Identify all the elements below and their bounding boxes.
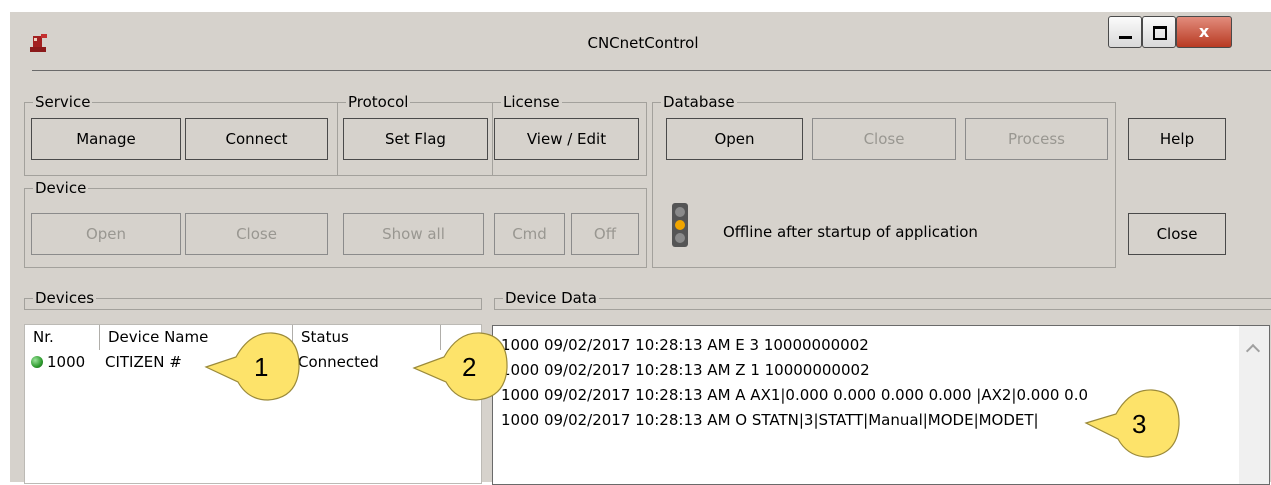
maximize-icon [1153, 26, 1167, 40]
traffic-light-icon [672, 203, 688, 247]
device-data-log[interactable]: 1000 09/02/2017 10:28:13 AM E 3 10000000… [492, 325, 1270, 485]
manage-button[interactable]: Manage [31, 118, 181, 160]
help-button[interactable]: Help [1128, 118, 1226, 160]
window-title: CNCnetControl [587, 34, 699, 52]
scroll-up-icon[interactable] [1245, 343, 1261, 359]
devices-table[interactable]: Nr. Device Name Status 1000 CITIZEN # Co… [24, 324, 482, 484]
device-data-group-label: Device Data [503, 288, 599, 308]
column-header-filler [441, 325, 481, 350]
column-header-status[interactable]: Status [293, 325, 441, 350]
view-edit-button[interactable]: View / Edit [494, 118, 639, 160]
minimize-icon [1119, 36, 1132, 39]
devices-group-label: Devices [33, 288, 97, 308]
log-line: 1000 09/02/2017 10:28:13 AM O STATN|3|ST… [501, 411, 1039, 429]
minimize-button[interactable] [1108, 16, 1142, 48]
device-nr: 1000 [47, 353, 86, 371]
log-line: 1000 09/02/2017 10:28:13 AM A AX1|0.000 … [501, 386, 1089, 404]
column-header-device-name[interactable]: Device Name [100, 325, 293, 350]
status-message: Offline after startup of application [723, 223, 978, 241]
protocol-group-label: Protocol [346, 92, 411, 112]
database-group-label: Database [661, 92, 737, 112]
log-line: 1000 09/02/2017 10:28:13 AM Z 1 10000000… [501, 361, 870, 379]
device-group-label: Device [33, 178, 89, 198]
app-close-button[interactable]: Close [1128, 213, 1226, 255]
database-process-button[interactable]: Process [965, 118, 1108, 160]
column-header-nr[interactable]: Nr. [25, 325, 100, 350]
off-button[interactable]: Off [571, 213, 639, 255]
device-status: Connected [298, 353, 379, 371]
close-icon: x [1198, 22, 1210, 41]
devices-group: Devices [24, 288, 482, 310]
show-all-button[interactable]: Show all [343, 213, 484, 255]
title-divider [32, 70, 1271, 71]
cmd-button[interactable]: Cmd [494, 213, 565, 255]
license-group-label: License [501, 92, 562, 112]
vertical-scrollbar[interactable] [1239, 326, 1269, 484]
device-close-button[interactable]: Close [185, 213, 328, 255]
device-open-button[interactable]: Open [31, 213, 181, 255]
app-window: CNCnetControl x Service Manage Connect P… [10, 12, 1271, 485]
set-flag-button[interactable]: Set Flag [343, 118, 488, 160]
log-line: 1000 09/02/2017 10:28:13 AM E 3 10000000… [501, 336, 869, 354]
service-group-label: Service [33, 92, 93, 112]
device-name: CITIZEN # [105, 353, 182, 371]
database-open-button[interactable]: Open [666, 118, 803, 160]
device-data-group: Device Data [494, 288, 1271, 310]
connect-button[interactable]: Connect [185, 118, 328, 160]
table-row[interactable]: 1000 CITIZEN # Connected [25, 350, 481, 374]
maximize-button[interactable] [1142, 16, 1176, 48]
connected-status-icon [31, 356, 43, 368]
close-window-button[interactable]: x [1176, 16, 1232, 48]
database-close-button[interactable]: Close [812, 118, 956, 160]
